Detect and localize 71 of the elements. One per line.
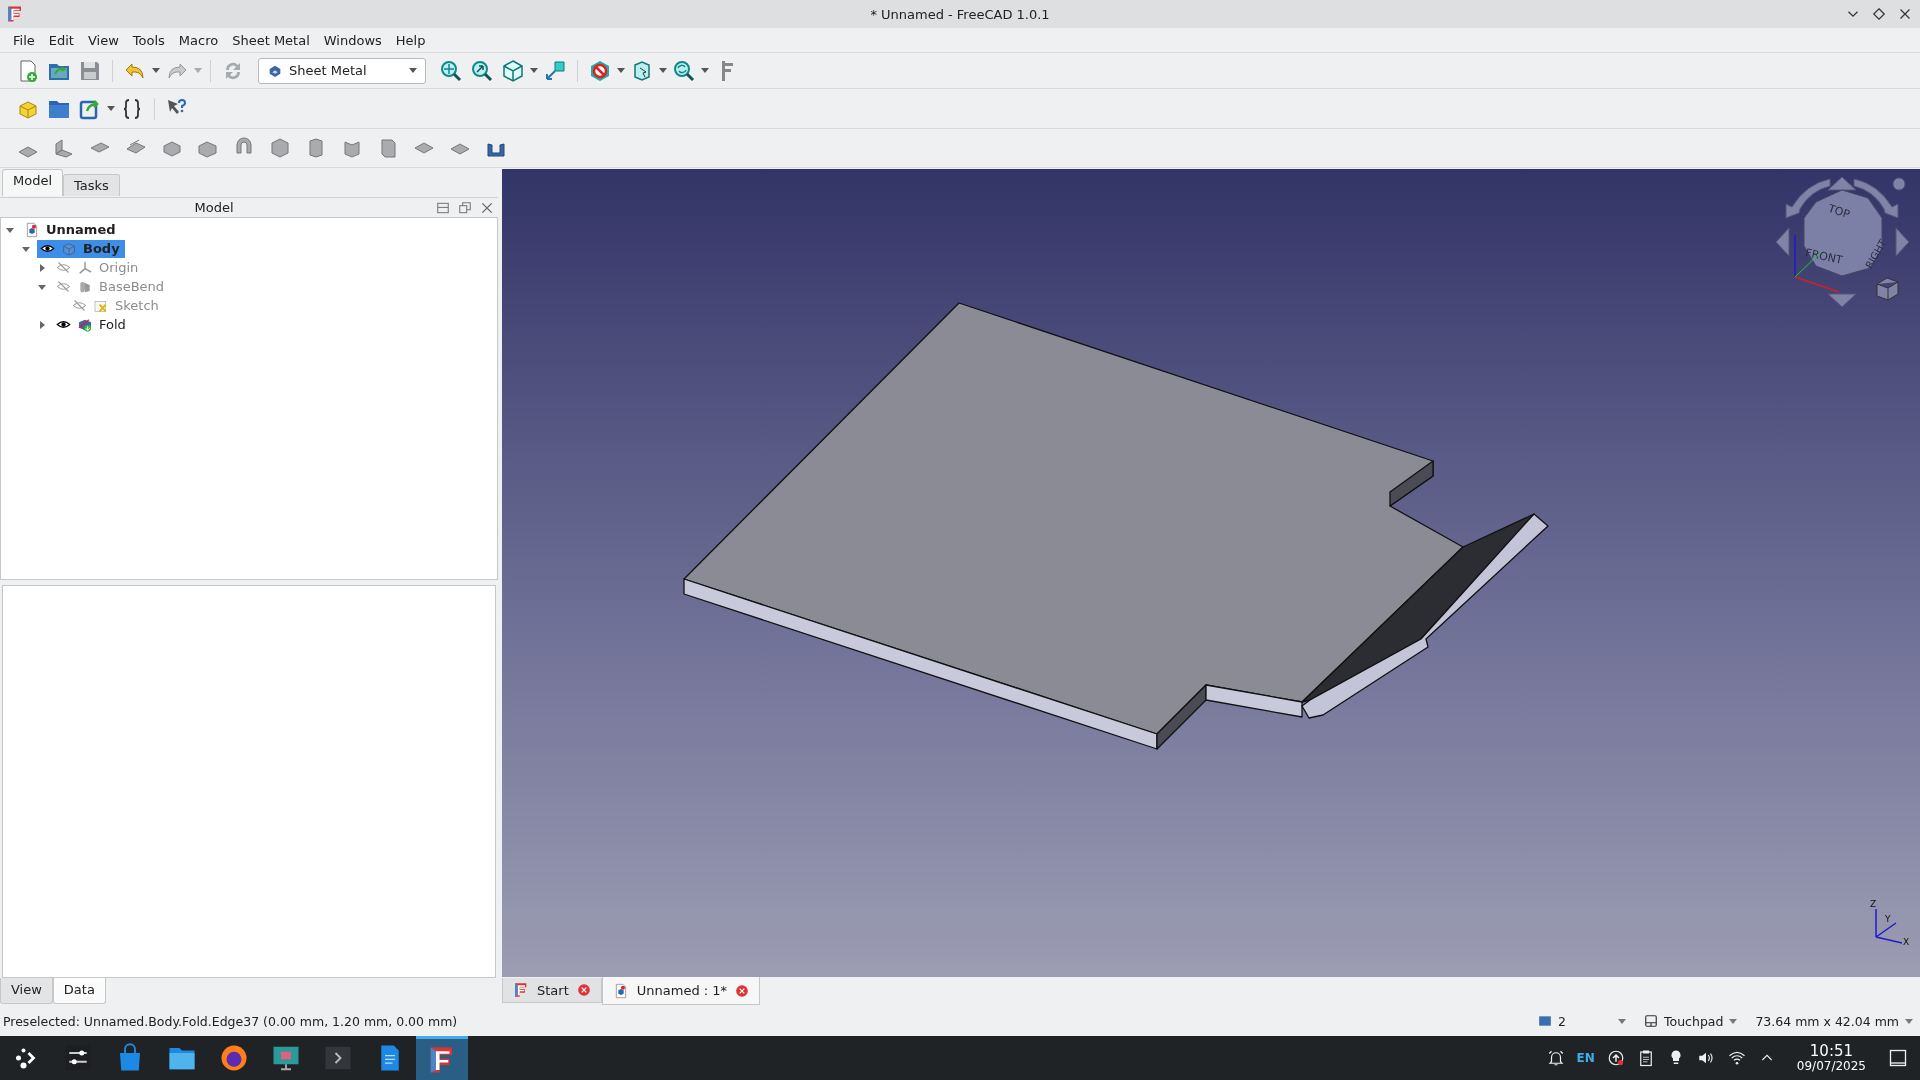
document-tab[interactable]: Start [502,978,602,1003]
tree-item[interactable]: Body [37,239,125,258]
freecad-logo-icon[interactable] [416,1036,468,1080]
float-icon[interactable] [458,200,472,215]
axes-icon [77,259,93,276]
property-tab[interactable]: Data [52,978,106,1004]
workbench-dropdown[interactable]: Sheet Metal [258,57,426,84]
menu-item[interactable]: Help [388,30,433,50]
caret-icon[interactable] [659,68,667,73]
small-cube-icon[interactable] [1876,277,1899,301]
caret-icon[interactable] [107,106,115,111]
freecad-logo-icon [6,5,24,23]
menu-item[interactable]: View [80,30,126,50]
document-tab[interactable]: Unnamed : 1* [601,977,761,1005]
axis-label: X [1903,937,1910,947]
update-icon[interactable] [1606,1049,1625,1067]
document-icon [24,221,40,238]
menu-item[interactable]: File [6,30,42,50]
view-arrow-icon[interactable] [1775,227,1790,257]
view-arrow-icon[interactable] [1785,178,1831,219]
fold-icon [77,316,93,333]
show-desktop-icon[interactable] [1888,1048,1908,1068]
axis-label: Z [1870,899,1877,909]
tree-item[interactable]: Sketch [69,296,164,315]
panel-tab[interactable]: Model [2,169,64,196]
caret-icon[interactable] [530,68,538,73]
cube-face-label: TOP [1826,201,1852,222]
close-tab-icon[interactable] [576,983,591,997]
panel-title: Model [193,200,235,215]
tree-item[interactable]: Unnamed [21,220,121,239]
alarm-bell-icon[interactable] [1546,1049,1565,1067]
axis-label: Y [1885,914,1891,924]
caret-icon[interactable] [617,68,625,73]
window-title: * Unnamed - FreeCAD 1.0.1 [870,6,1050,22]
body-icon [61,240,77,257]
menu-item[interactable]: Tools [125,30,172,50]
close-icon[interactable] [480,200,494,215]
caret-icon[interactable] [409,68,417,73]
view-arrow-icon[interactable] [1895,227,1910,257]
menu-dot-icon[interactable] [1892,177,1906,191]
dock-icon[interactable] [436,200,450,215]
navigation-style[interactable]: Touchpad [1664,1013,1724,1029]
dimension-readout[interactable]: 73.64 mm x 42.04 mm [1755,1013,1899,1029]
panel-tab[interactable]: Tasks [63,174,120,196]
view-arrow-icon[interactable] [1827,293,1857,308]
wifi-icon[interactable] [1726,1049,1747,1067]
tree-item[interactable]: Origin [53,258,144,277]
expand-arrow-icon[interactable] [37,262,47,273]
expand-arrow-icon[interactable] [37,319,47,330]
close-tab-icon[interactable] [735,983,750,998]
view-arrow-icon[interactable] [1853,178,1899,219]
axis-triad-drawing [1875,908,1903,944]
keyboard-layout[interactable]: EN [1576,1051,1595,1065]
tree-item[interactable]: Fold [53,315,131,334]
page-count: 2 [1558,1013,1566,1029]
status-message: Preselected: Unnamed.Body.Fold.Edge37 (0.00 mm, 1.20 mm, 0.00 mm) [3,1013,459,1029]
view-cube[interactable] [1803,189,1883,277]
restore-icon[interactable] [1870,5,1888,23]
menu-item[interactable]: Macro [171,30,226,50]
caret-icon[interactable] [701,68,709,73]
menu-item[interactable]: Edit [41,30,81,50]
clock-date[interactable]: 09/07/2025 [1796,1059,1866,1073]
caret-icon[interactable] [152,68,160,73]
view-arrow-icon[interactable] [1827,176,1857,191]
menu-item[interactable]: Sheet Metal [225,30,317,50]
hidden-eye-icon[interactable] [56,279,71,294]
property-tab[interactable]: View [0,978,53,1004]
menu-item[interactable]: Windows [316,30,389,50]
clock-time[interactable]: 10:51 [1809,1043,1854,1060]
cube-face-label: FRONT [1804,246,1844,267]
freecad-logo-icon [513,982,529,998]
